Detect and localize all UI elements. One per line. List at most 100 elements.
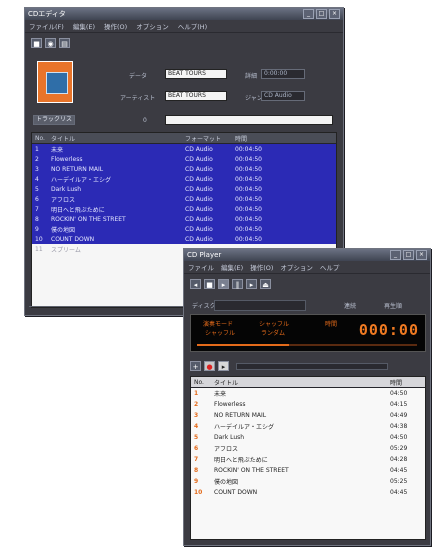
table-row[interactable]: 9 僕の地図 CD Audio 00:04:50 <box>32 224 336 234</box>
cell-no: 2 <box>35 155 39 163</box>
year-field[interactable]: 0:00:00 <box>261 69 305 79</box>
note-field[interactable] <box>165 115 333 125</box>
table-row[interactable]: 7 明日へと飛ぶために CD Audio 00:04:50 <box>32 204 336 214</box>
window-title: CD Player <box>187 251 222 259</box>
pause-icon[interactable]: ‖ <box>232 279 243 289</box>
menu-help[interactable]: ヘルプ(H) <box>178 21 207 31</box>
cell-time: 00:04:50 <box>235 215 262 223</box>
seek-bar[interactable] <box>197 344 417 346</box>
track-number: 6 <box>194 445 199 452</box>
mode-continuous[interactable]: 連続 <box>344 301 356 310</box>
playlist-add-icon[interactable]: + <box>190 361 201 371</box>
table-row[interactable]: 5 Dark Lush CD Audio 00:04:50 <box>32 184 336 194</box>
time-display: 演奏モード シャッフル 時間 シャッフル ランダム 000:00 <box>190 314 426 352</box>
playlist-rows: 1 未来 04:50 2 Flowerless 04:15 3 NO RETURN MAIL 0… <box>191 388 425 498</box>
playlist-play-icon[interactable]: ▸ <box>218 361 229 371</box>
play-icon[interactable]: ▸ <box>218 279 229 289</box>
player-toolbar: ◂ ■ ▸ ‖ ▸ ⏏ <box>190 279 271 289</box>
label-extra: 詳細 <box>245 73 258 80</box>
list-item[interactable]: 3 NO RETURN MAIL 04:49 <box>191 410 425 421</box>
col-title[interactable]: タイトル <box>48 134 182 143</box>
prev-icon[interactable]: ◂ <box>190 279 201 289</box>
col-format[interactable]: フォーマット <box>182 134 232 143</box>
list-item[interactable]: 10 COUNT DOWN 04:45 <box>191 487 425 498</box>
menu-options[interactable]: オプション <box>280 262 313 272</box>
title-field[interactable]: BEAT TOURS <box>165 69 227 79</box>
track-number: 3 <box>194 412 199 419</box>
track-number: 4 <box>194 423 199 430</box>
menu-file[interactable]: ファイル <box>188 262 214 272</box>
list-item[interactable]: 1 未来 04:50 <box>191 388 425 399</box>
list-item[interactable]: 7 明日へと飛ぶために 04:28 <box>191 454 425 465</box>
toolbar: ■ ◉ ▤ <box>31 38 70 48</box>
next-icon[interactable]: ▸ <box>246 279 257 289</box>
track-number: 5 <box>194 434 199 441</box>
track-number: 1 <box>194 390 199 397</box>
record-icon[interactable]: ● <box>204 361 215 371</box>
stop-icon[interactable]: ■ <box>204 279 215 289</box>
cell-time: 00:04:50 <box>235 235 262 243</box>
playlist-toolbar: + ● ▸ <box>190 361 388 371</box>
table-row[interactable]: 1 未来 CD Audio 00:04:50 <box>32 144 336 154</box>
cell-format: CD Audio <box>185 215 213 223</box>
col-no[interactable]: No. <box>32 135 48 142</box>
menu-edit[interactable]: 編集(E) <box>221 262 243 272</box>
table-row[interactable]: 4 ハーデイルア・エシグ CD Audio 00:04:50 <box>32 174 336 184</box>
menu-file[interactable]: ファイル(F) <box>29 21 64 31</box>
col-no[interactable]: No. <box>191 379 211 386</box>
table-row[interactable]: 3 NO RETURN MAIL CD Audio 00:04:50 <box>32 164 336 174</box>
table-row[interactable]: 8 ROCKIN' ON THE STREET CD Audio 00:04:50 <box>32 214 336 224</box>
disc-selector[interactable] <box>214 300 306 311</box>
artist-field[interactable]: BEAT TOURS <box>165 91 227 101</box>
maximize-icon[interactable]: □ <box>403 250 414 260</box>
close-icon[interactable]: × <box>329 9 340 19</box>
table-row[interactable]: 6 アフロス CD Audio 00:04:50 <box>32 194 336 204</box>
list-item[interactable]: 9 僕の地図 05:25 <box>191 476 425 487</box>
track-number: 7 <box>194 456 199 463</box>
label-artist: アーティスト <box>120 95 156 102</box>
col-time[interactable]: 時間 <box>387 378 421 387</box>
menu-options[interactable]: オプション <box>136 21 169 31</box>
table-row[interactable]: 10 COUNT DOWN CD Audio 00:04:50 <box>32 234 336 244</box>
genre-field[interactable]: CD Audio <box>261 91 305 101</box>
track-time: 04:15 <box>390 401 408 408</box>
minimize-icon[interactable]: _ <box>390 250 401 260</box>
eject-icon[interactable]: ⏏ <box>260 279 271 289</box>
maximize-icon[interactable]: □ <box>316 9 327 19</box>
sheet-icon[interactable]: ▤ <box>59 38 70 48</box>
cell-title: スプリーム <box>51 246 81 254</box>
close-icon[interactable]: × <box>416 250 427 260</box>
track-time: 05:25 <box>390 478 408 485</box>
track-number: 10 <box>194 489 203 496</box>
save-icon[interactable]: ■ <box>31 38 42 48</box>
list-item[interactable]: 8 ROCKIN' ON THE STREET 04:45 <box>191 465 425 476</box>
track-title: COUNT DOWN <box>214 489 258 496</box>
menu-operate[interactable]: 操作(O) <box>104 21 127 31</box>
playlist: No. タイトル 時間 1 未来 04:50 2 Flowerless 04:15 3 NO … <box>190 376 426 540</box>
col-title[interactable]: タイトル <box>211 378 387 387</box>
track-title: ハーデイルア・エシグ <box>214 424 275 431</box>
cd-editor-titlebar[interactable]: CDエディタ _ □ × <box>25 8 343 20</box>
track-time: 04:45 <box>390 467 408 474</box>
col-time[interactable]: 時間 <box>232 134 282 143</box>
cell-format: CD Audio <box>185 195 213 203</box>
disc-icon[interactable]: ◉ <box>45 38 56 48</box>
label-count: 0 <box>143 117 147 124</box>
cell-title: Dark Lush <box>51 185 82 193</box>
table-row[interactable]: 2 Flowerless CD Audio 00:04:50 <box>32 154 336 164</box>
cd-player-titlebar[interactable]: CD Player _ □ × <box>184 249 430 261</box>
cell-title: NO RETURN MAIL <box>51 165 104 173</box>
menu-help[interactable]: ヘルプ <box>320 262 340 272</box>
mode-order[interactable]: 再生順 <box>384 301 402 310</box>
menu-edit[interactable]: 編集(E) <box>73 21 95 31</box>
list-item[interactable]: 6 アフロス 05:29 <box>191 443 425 454</box>
list-item[interactable]: 2 Flowerless 04:15 <box>191 399 425 410</box>
menu-operate[interactable]: 操作(O) <box>250 262 273 272</box>
list-item[interactable]: 4 ハーデイルア・エシグ 04:38 <box>191 421 425 432</box>
list-item[interactable]: 5 Dark Lush 04:50 <box>191 432 425 443</box>
track-time: 04:49 <box>390 412 408 419</box>
track-list-tab[interactable]: トラックリスト <box>33 115 75 125</box>
minimize-icon[interactable]: _ <box>303 9 314 19</box>
track-time: 04:45 <box>390 489 408 496</box>
track-title: 未来 <box>214 391 227 398</box>
